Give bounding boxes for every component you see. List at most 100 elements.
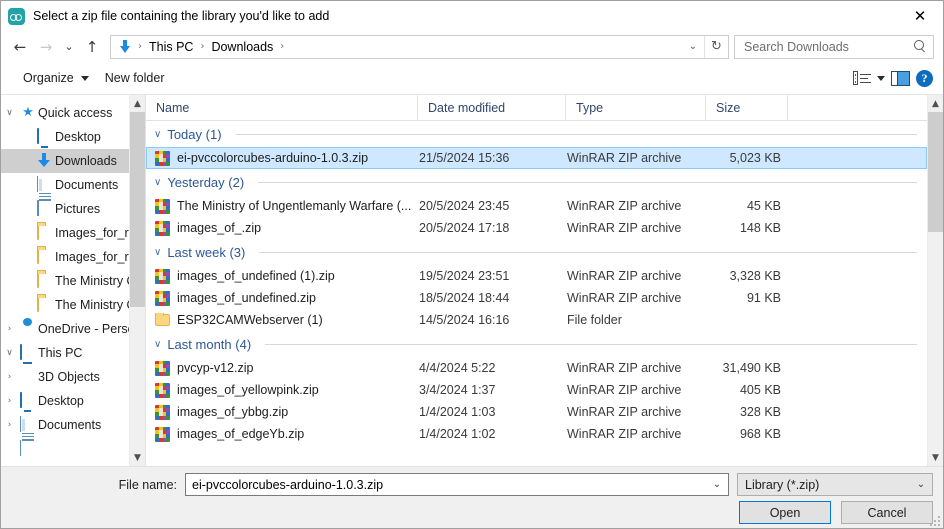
help-icon[interactable]: ? (916, 69, 933, 87)
breadcrumb[interactable]: › This PC › Downloads › ⌄ ↻ (110, 34, 729, 59)
file-name-cell: images_of_edgeYb.zip (147, 426, 419, 442)
sidebar-item-label: Desktop (55, 130, 101, 144)
sidebar-item-label: Pictures (55, 202, 101, 216)
sidebar-item-desktop[interactable]: › Desktop (1, 389, 145, 413)
file-name-label: The Ministry of Ungentlemanly Warfare (.… (177, 199, 412, 213)
expand-chevron-icon[interactable]: ∨ (1, 348, 18, 358)
expand-chevron-icon[interactable]: › (1, 420, 18, 430)
scroll-up-icon[interactable]: ▲ (928, 95, 943, 112)
file-type-cell: WinRAR ZIP archive (567, 361, 682, 375)
column-header-size[interactable]: Size (706, 95, 788, 121)
breadcrumb-separator-2[interactable]: › (277, 41, 287, 52)
new-folder-button[interactable]: New folder (97, 67, 173, 89)
back-button[interactable]: ← (7, 35, 33, 59)
sidebar-item-pictures[interactable]: Pictures❯ (1, 197, 145, 221)
forward-button[interactable]: → (33, 35, 59, 59)
file-list-scroll-thumb[interactable] (928, 112, 943, 232)
winrar-zip-icon (155, 426, 170, 442)
breadcrumb-this-pc[interactable]: This PC (145, 40, 197, 54)
up-button[interactable]: ↑ (79, 35, 105, 59)
sidebar-item-documents[interactable]: Documents❯ (1, 173, 145, 216)
sidebar-item-the-ministry-of[interactable]: The Ministry Of (1, 293, 145, 317)
column-header-name[interactable]: Name (146, 95, 418, 121)
expand-chevron-icon[interactable]: › (1, 324, 18, 334)
column-header-date-modified[interactable]: ⌄ Date modified (418, 95, 566, 121)
refresh-icon[interactable]: ↻ (704, 35, 728, 58)
table-row[interactable]: images_of_yellowpink.zip 3/4/2024 1:37 Win… (146, 379, 927, 401)
cloud-icon-wrap (18, 321, 38, 337)
breadcrumb-downloads[interactable]: Downloads (207, 40, 277, 54)
file-group-label: Last month (4) (167, 336, 252, 352)
sidebar-item-label: Documents (55, 178, 119, 192)
cancel-button[interactable]: Cancel (841, 501, 933, 524)
sidebar-item-this-pc[interactable]: ∨ This PC (1, 341, 145, 365)
view-chevron-down-icon[interactable] (877, 75, 885, 81)
resize-grip-icon[interactable] (930, 516, 940, 526)
chevron-down-icon[interactable]: ∨ (154, 339, 161, 350)
table-row[interactable]: images_of_.zip 20/5/2024 17:18 WinRAR ZIP … (146, 217, 927, 239)
sidebar-item-images-for-read[interactable]: Images_for_read (1, 245, 145, 269)
table-row[interactable]: images_of_undefined.zip 18/5/2024 18:44 Wi… (146, 287, 927, 309)
sidebar-item-the-ministry-of[interactable]: The Ministry Of (1, 269, 145, 293)
organize-button[interactable]: Organize (15, 67, 97, 89)
expand-chevron-icon[interactable]: › (1, 396, 18, 406)
file-name-label: pvcyp-v12.zip (177, 361, 254, 375)
scroll-up-icon[interactable]: ▲ (130, 95, 145, 112)
sidebar-item-documents[interactable]: › Documents (1, 413, 145, 456)
table-row[interactable]: images_of_ybbg.zip 1/4/2024 1:03 WinRAR ZI… (146, 401, 927, 423)
sidebar-item-quick-access[interactable]: ∨ ★ Quick access (1, 101, 145, 125)
pc-icon (20, 344, 36, 361)
expand-chevron-icon[interactable]: › (1, 372, 18, 382)
table-row[interactable]: pvcyp-v12.zip 4/4/2024 5:22 WinRAR ZIP arc… (146, 357, 927, 379)
scroll-down-icon[interactable]: ▼ (130, 449, 145, 466)
file-group-header[interactable]: ∨ Last week (3) (146, 239, 927, 265)
table-row[interactable]: images_of_undefined (1).zip 19/5/2024 23:… (146, 265, 927, 287)
table-row[interactable]: images_of_edgeYb.zip 1/4/2024 1:02 WinRAR … (146, 423, 927, 445)
scroll-down-icon[interactable]: ▼ (928, 449, 943, 466)
expand-chevron-icon[interactable]: ∨ (1, 108, 18, 118)
sidebar-item-images-for-read[interactable]: Images_for_read (1, 221, 145, 245)
folder-icon-wrap (35, 248, 55, 265)
recent-locations-button[interactable]: ⌄ (59, 35, 79, 59)
filename-label: File name: (118, 477, 177, 492)
file-list-scrollbar[interactable]: ▲ ▼ (927, 95, 943, 466)
file-name-label: images_of_undefined.zip (177, 291, 316, 305)
folder-icon (37, 224, 53, 241)
filename-input[interactable]: ei-pvccolorcubes-arduino-1.0.3.zip ⌄ (185, 473, 729, 496)
chevron-down-icon[interactable]: ⌄ (706, 479, 728, 490)
sidebar-item-desktop[interactable]: Desktop❯ (1, 125, 145, 149)
file-group-header[interactable]: ∨ Yesterday (2) (146, 169, 927, 195)
file-name-cell: images_of_.zip (147, 220, 419, 236)
sidebar-scrollbar[interactable]: ▲ ▼ (129, 95, 145, 466)
breadcrumb-separator-1[interactable]: › (197, 41, 207, 52)
search-input[interactable]: Search Downloads (734, 34, 934, 59)
view-layout-icon[interactable] (853, 71, 871, 85)
chevron-down-icon[interactable]: ∨ (154, 177, 161, 188)
table-row[interactable]: ESP32CAMWebserver (1) 14/5/2024 16:16 File… (146, 309, 927, 331)
filename-row: File name: ei-pvccolorcubes-arduino-1.0.… (1, 473, 933, 496)
column-header-type[interactable]: Type (566, 95, 706, 121)
sidebar-item-downloads[interactable]: Downloads❯ (1, 149, 145, 173)
preview-pane-icon[interactable] (891, 70, 910, 86)
sidebar-item-onedrive-personal[interactable]: › OneDrive - Personal (1, 317, 145, 341)
chevron-down-icon[interactable]: ∨ (154, 247, 161, 258)
file-group-header[interactable]: ∨ Today (1) (146, 121, 927, 147)
downloads-folder-icon (115, 40, 135, 53)
sidebar-item-3d-objects[interactable]: › 3D Objects (1, 365, 145, 389)
close-icon[interactable]: ✕ (897, 1, 943, 31)
file-type-select[interactable]: Library (*.zip) ⌄ (737, 473, 933, 496)
table-row[interactable]: The Ministry of Ungentlemanly Warfare (.… (146, 195, 927, 217)
sidebar-scroll-thumb[interactable] (130, 112, 145, 307)
group-divider (259, 251, 917, 253)
file-type-cell: WinRAR ZIP archive (567, 405, 682, 419)
column-header-type-label: Type (576, 100, 604, 115)
file-group-header[interactable]: ∨ Last month (4) (146, 331, 927, 357)
column-header-date-label: Date modified (428, 100, 506, 115)
table-row[interactable]: ei-pvccolorcubes-arduino-1.0.3.zip 21/5/2… (146, 147, 927, 169)
navigation-pane: ∨★Quick accessDesktop❯Downloads❯Document… (1, 95, 146, 466)
open-button[interactable]: Open (739, 501, 831, 524)
chevron-down-icon[interactable]: ⌄ (682, 36, 704, 58)
star-icon-wrap: ★ (18, 105, 38, 121)
navigation-list: ∨★Quick accessDesktop❯Downloads❯Document… (1, 95, 145, 456)
chevron-down-icon[interactable]: ∨ (154, 129, 161, 140)
